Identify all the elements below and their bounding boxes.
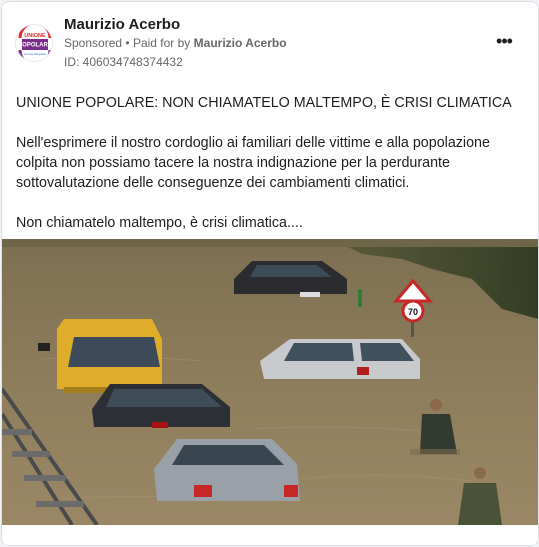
logo-line2: POPOLARE [18, 43, 52, 49]
post-text: UNIONE POPOLARE: NON CHIAMATELO MALTEMPO… [16, 93, 531, 253]
silver-car-right [260, 339, 420, 379]
paid-for-prefix: Paid for by [132, 36, 191, 50]
svg-text:70: 70 [408, 307, 418, 317]
post-title-text: UNIONE POPOLARE: NON CHIAMATELO MALTEMPO… [16, 95, 512, 111]
flood-photo[interactable]: 70 [2, 239, 538, 525]
sponsored-line: Sponsored • Paid for by Maurizio Acerbo [64, 36, 287, 50]
ad-id: ID: 406034748374432 [64, 55, 183, 69]
post-header: UNIONE POPOLARE con De Magistris Maurizi… [14, 14, 526, 74]
paid-for-name[interactable]: Maurizio Acerbo [194, 36, 287, 50]
post-closing-text: Non chiamatelo maltempo, è crisi climati… [16, 215, 303, 231]
unione-popolare-logo-icon: UNIONE POPOLARE con De Magistris [17, 25, 52, 61]
logo-line3: con De Magistris [24, 52, 47, 56]
post-paragraph-text: Nell'esprimere il nostro cordoglio ai fa… [16, 135, 490, 191]
sponsored-label: Sponsored [64, 36, 123, 50]
flood-image: 70 [2, 239, 538, 525]
logo-line1: UNIONE [24, 33, 46, 39]
dark-car-middle [92, 384, 230, 428]
silver-car-front [154, 439, 300, 501]
author-name[interactable]: Maurizio Acerbo [64, 16, 180, 33]
ad-post-card: UNIONE POPOLARE con De Magistris Maurizi… [1, 1, 539, 546]
page-avatar[interactable]: UNIONE POPOLARE con De Magistris [15, 24, 53, 62]
post-footer [2, 525, 538, 545]
more-options-icon[interactable]: ••• [492, 32, 516, 52]
meta-separator: • [125, 36, 130, 50]
